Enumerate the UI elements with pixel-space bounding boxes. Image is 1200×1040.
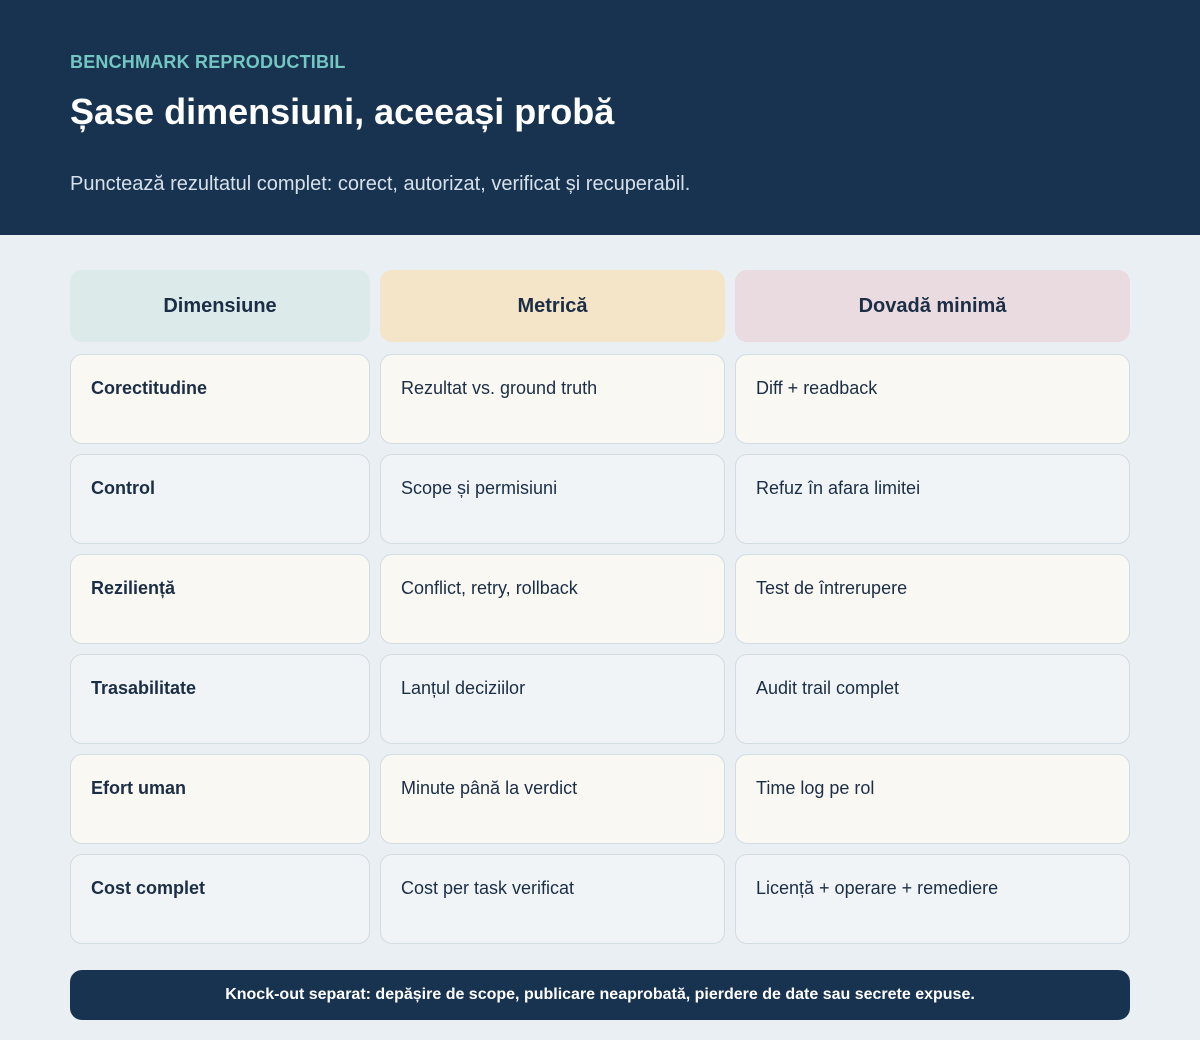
metric-cell: Scope și permisiuni [380,454,725,544]
dimension-cell: Corectitudine [70,354,370,444]
metric-cell: Rezultat vs. ground truth [380,354,725,444]
metric-cell: Conflict, retry, rollback [380,554,725,644]
evidence-cell: Diff + readback [735,354,1130,444]
evidence-cell: Licență + operare + remediere [735,854,1130,944]
page-subtitle: Punctează rezultatul complet: corect, au… [70,173,691,195]
eyebrow-label: BENCHMARK REPRODUCTIBIL [70,52,346,72]
dimension-cell: Reziliență [70,554,370,644]
metric-cell: Cost per task verificat [380,854,725,944]
metric-cell: Minute până la verdict [380,754,725,844]
knockout-banner: Knock-out separat: depășire de scope, pu… [70,970,1130,1020]
dimension-cell: Efort uman [70,754,370,844]
evidence-cell: Test de întrerupere [735,554,1130,644]
page-title: Șase dimensiuni, aceeași probă [70,91,615,132]
page-header: BENCHMARK REPRODUCTIBIL Șase dimensiuni,… [0,0,1200,235]
column-header-metrica: Metrică [380,270,725,342]
metric-cell: Lanțul deciziilor [380,654,725,744]
dimension-cell: Control [70,454,370,544]
evidence-cell: Refuz în afara limitei [735,454,1130,544]
evidence-cell: Time log pe rol [735,754,1130,844]
knockout-note: Knock-out separat: depășire de scope, pu… [225,986,975,1003]
evidence-cell: Audit trail complet [735,654,1130,744]
dimension-cell: Trasabilitate [70,654,370,744]
column-header-dimensiune: Dimensiune [70,270,370,342]
column-header-dovada: Dovadă minimă [735,270,1130,342]
dimension-cell: Cost complet [70,854,370,944]
